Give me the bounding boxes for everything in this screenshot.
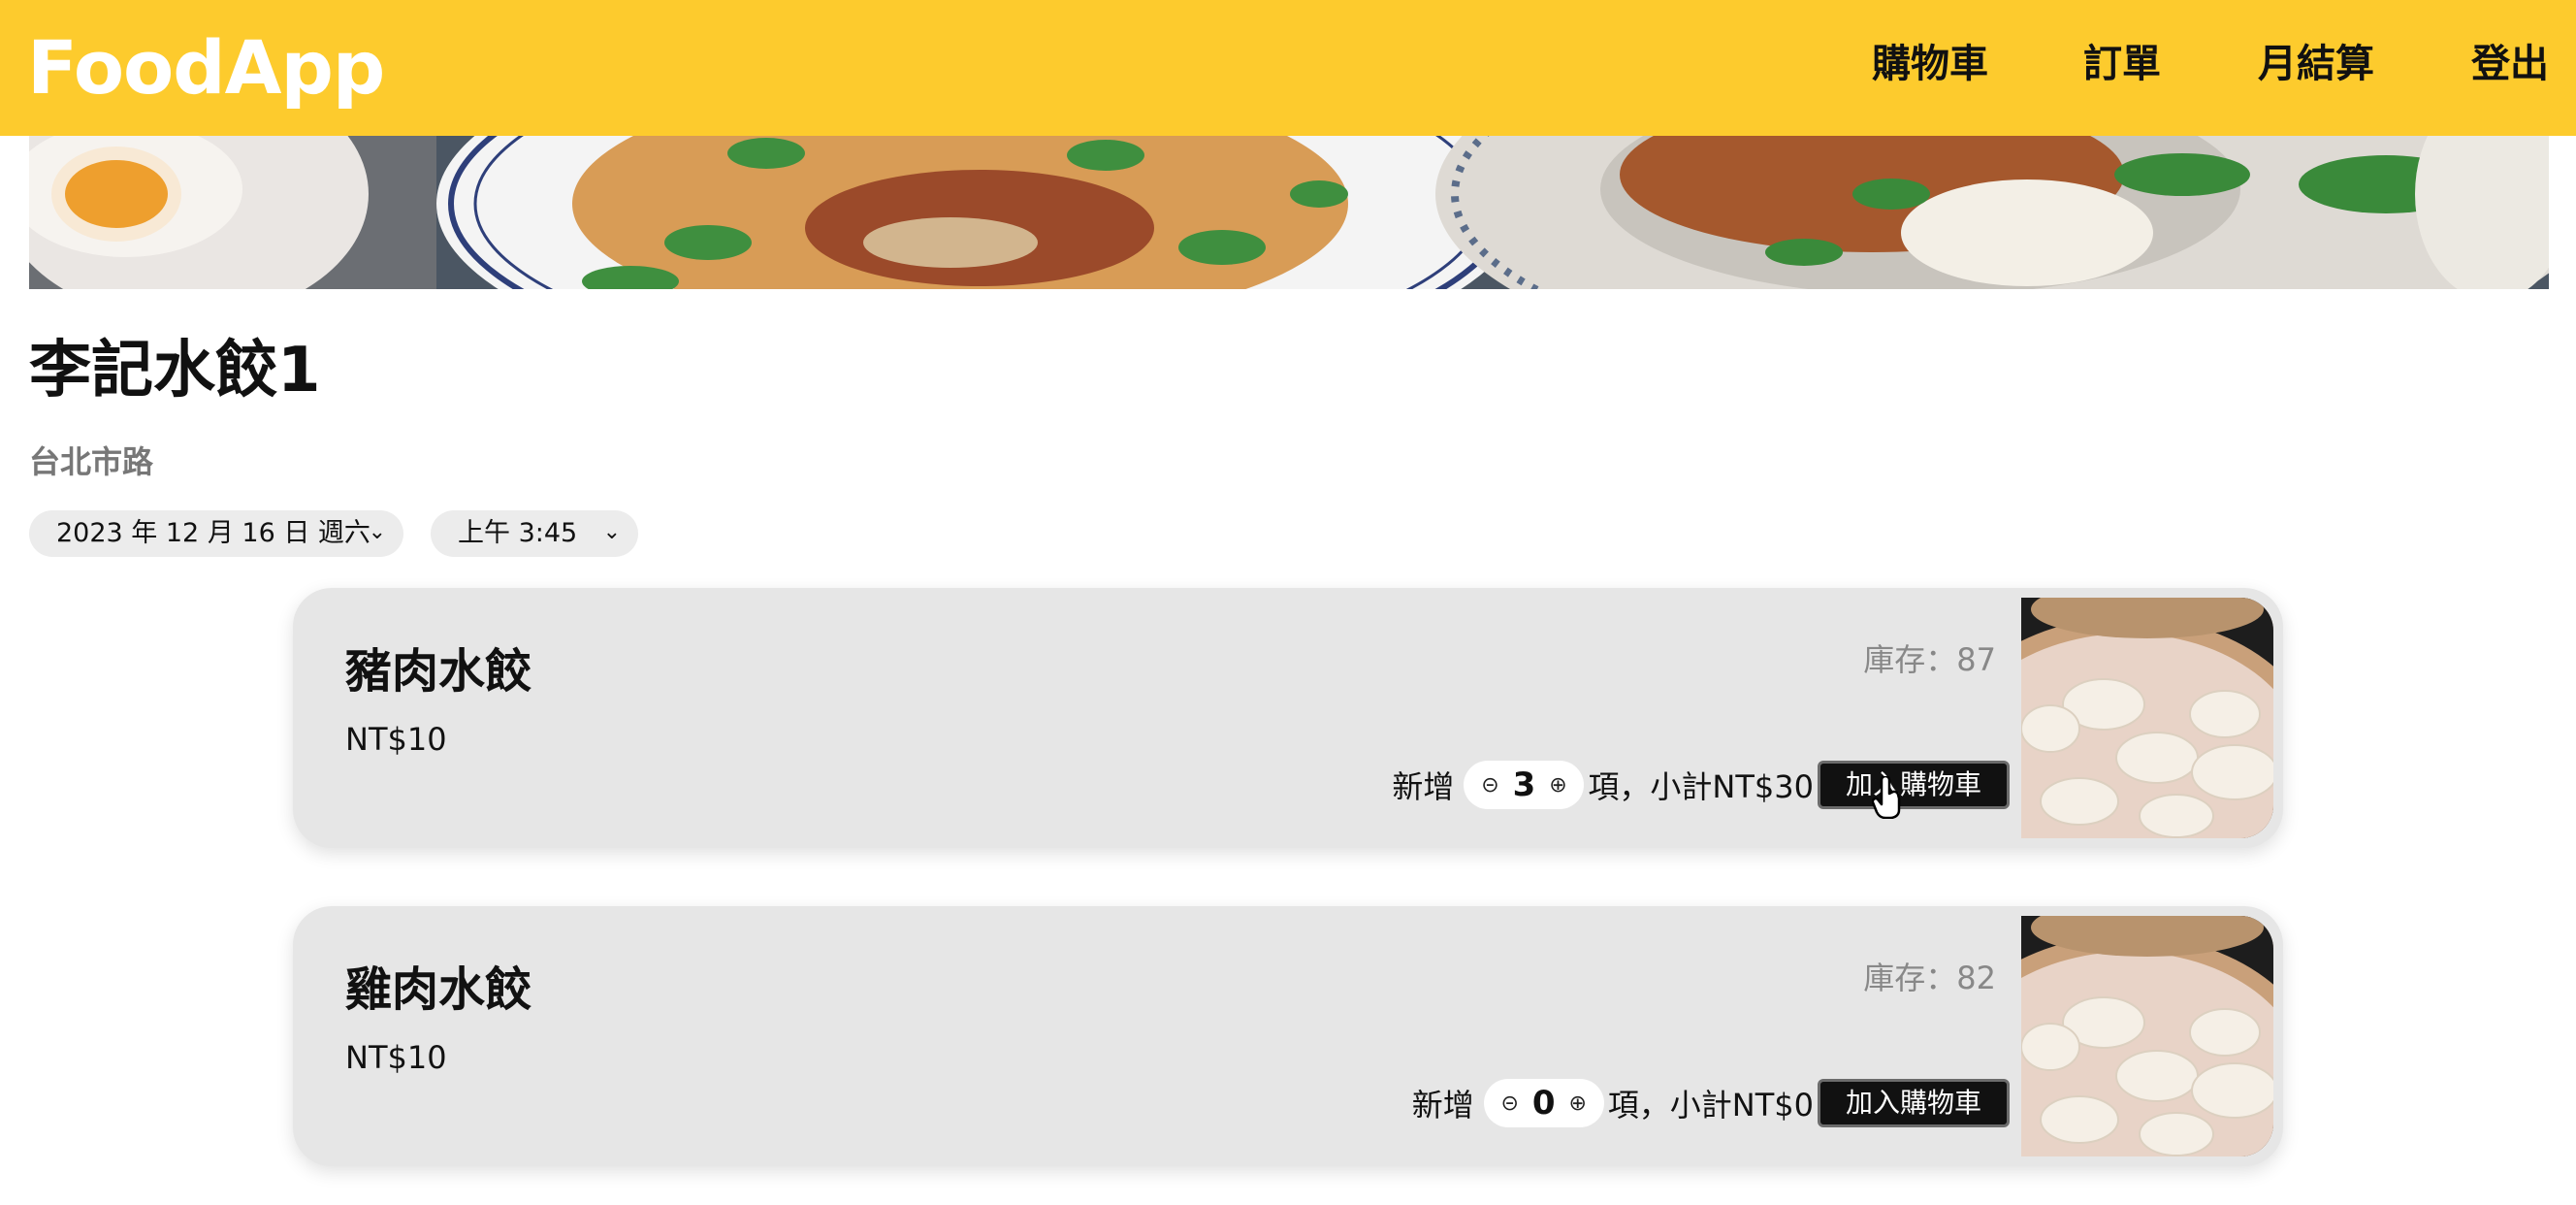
navbar: FoodApp 購物車 訂單 月結算 登出 xyxy=(0,0,2576,136)
nav-logout-link[interactable]: 登出 xyxy=(2471,35,2549,93)
plus-icon[interactable]: ⊕ xyxy=(1543,773,1572,798)
quantity-stepper[interactable]: ⊝ 0 ⊕ xyxy=(1483,1079,1604,1127)
product-price: NT$10 xyxy=(345,721,447,758)
nav-cart-link[interactable]: 購物車 xyxy=(1872,35,1988,93)
product-stock: 庫存：87 xyxy=(1863,641,1996,678)
add-label: 新增 xyxy=(1392,768,1455,805)
time-select-value: 上午 3:45 xyxy=(458,518,578,548)
chevron-down-icon: ⌄ xyxy=(368,520,386,544)
product-name: 雞肉水餃 xyxy=(345,962,532,1017)
plus-icon[interactable]: ⊕ xyxy=(1563,1091,1593,1116)
restaurant-name: 李記水餃1 xyxy=(29,335,321,407)
time-select[interactable]: 上午 3:45 ⌄ xyxy=(431,510,638,557)
nav-orders-link[interactable]: 訂單 xyxy=(2083,35,2161,93)
date-select-value: 2023 年 12 月 16 日 週六 xyxy=(56,518,370,548)
subtotal-text: 項，小計NT$30 xyxy=(1588,768,1814,805)
dumpling-image xyxy=(2021,916,2273,1156)
add-to-cart-button[interactable]: 加入購物車 xyxy=(1817,761,2010,809)
brand-logo[interactable]: FoodApp xyxy=(27,21,385,114)
product-card: 雞肉水餃 NT$10 庫存：82 新增 ⊝ 0 ⊕ 項，小計NT$0 加入購物車 xyxy=(293,906,2283,1166)
nav-monthly-settlement-link[interactable]: 月結算 xyxy=(2258,35,2374,93)
restaurant-address: 台北市路 xyxy=(29,443,154,480)
quantity-value[interactable]: 3 xyxy=(1504,765,1543,804)
minus-icon[interactable]: ⊝ xyxy=(1496,1091,1525,1116)
product-name: 豬肉水餃 xyxy=(345,644,532,699)
banner-food-illustration xyxy=(29,136,2549,289)
dumpling-image xyxy=(2021,598,2273,838)
chevron-down-icon: ⌄ xyxy=(602,520,621,544)
banner-image xyxy=(29,136,2549,289)
quantity-stepper[interactable]: ⊝ 3 ⊕ xyxy=(1464,761,1585,809)
subtotal-text: 項，小計NT$0 xyxy=(1607,1087,1814,1124)
minus-icon[interactable]: ⊝ xyxy=(1475,773,1504,798)
add-to-cart-button[interactable]: 加入購物車 xyxy=(1817,1079,2010,1127)
hand-cursor-icon xyxy=(1872,776,1901,819)
product-price: NT$10 xyxy=(345,1039,447,1076)
product-card: 豬肉水餃 NT$10 庫存：87 新增 ⊝ 3 ⊕ 項，小計NT$30 加入購物… xyxy=(293,588,2283,848)
dumpling-illustration xyxy=(2021,916,2273,1156)
order-row: 新增 ⊝ 0 ⊕ 項，小計NT$0 加入購物車 xyxy=(1412,1077,2010,1129)
product-stock: 庫存：82 xyxy=(1863,960,1996,996)
quantity-value[interactable]: 0 xyxy=(1525,1084,1563,1123)
date-select[interactable]: 2023 年 12 月 16 日 週六 ⌄ xyxy=(29,510,403,557)
order-row: 新增 ⊝ 3 ⊕ 項，小計NT$30 加入購物車 xyxy=(1392,759,2010,811)
add-label: 新增 xyxy=(1411,1087,1474,1124)
dumpling-illustration xyxy=(2021,598,2273,838)
